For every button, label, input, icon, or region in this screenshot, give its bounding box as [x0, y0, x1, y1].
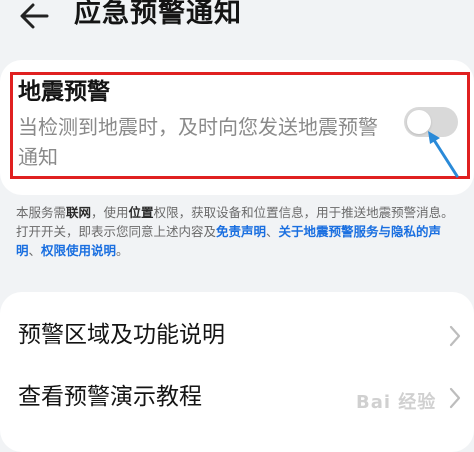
notice-network: 联网	[66, 205, 92, 220]
earthquake-warning-description: 当检测到地震时，及时向您发送地震预警通知	[18, 115, 378, 169]
disclaimer-link[interactable]: 免责声明	[216, 224, 266, 239]
earthquake-warning-title: 地震预警	[18, 79, 110, 105]
notice-text: ，使用	[91, 205, 129, 220]
back-button[interactable]	[12, 0, 56, 38]
chevron-right-icon	[449, 387, 461, 409]
notice-location: 位置	[128, 205, 154, 220]
notice-text: 本服务需	[16, 205, 67, 220]
menu-item-label: 预警区域及功能说明	[18, 322, 225, 348]
service-notice: 本服务需联网，使用位置权限，获取设备和位置信息，用于推送地震预警消息。打开开关，…	[16, 203, 466, 260]
arrow-left-icon	[20, 3, 49, 29]
toggle-knob	[407, 110, 431, 134]
menu-item-label: 查看预警演示教程	[18, 384, 202, 410]
notice-text: 、	[266, 224, 279, 239]
watermark: Bai 经验	[356, 392, 437, 413]
header-bar: 应急预警通知	[0, 0, 474, 46]
notice-text: 、	[28, 243, 42, 258]
chevron-right-icon	[449, 325, 461, 347]
earthquake-warning-toggle[interactable]	[404, 107, 458, 137]
notice-text: 。	[116, 243, 129, 258]
menu-item-area-description[interactable]: 预警区域及功能说明	[0, 306, 474, 374]
permission-usage-link[interactable]: 权限使用说明	[41, 243, 116, 258]
page-title: 应急预警通知	[74, 0, 242, 29]
